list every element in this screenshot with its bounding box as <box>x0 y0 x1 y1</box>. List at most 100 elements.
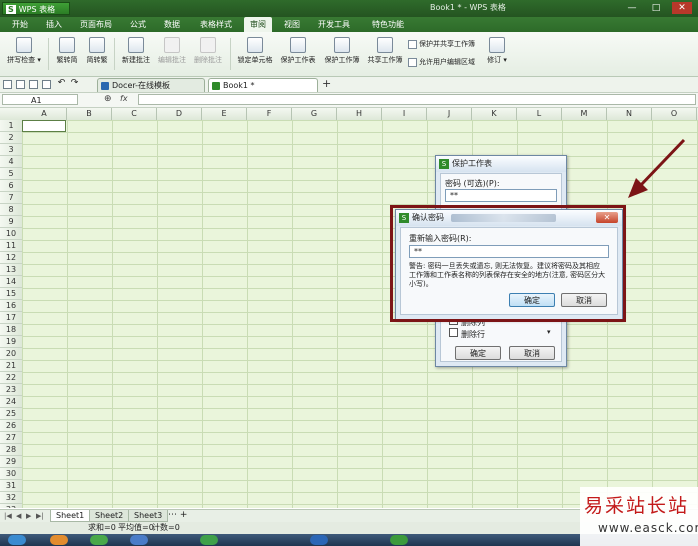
wps-app-menu-button[interactable]: S WPS 表格 <box>2 2 70 15</box>
prev-sheet-icon[interactable]: ◀ <box>16 512 21 520</box>
allow-edit-ranges-button[interactable]: 允许用户编辑区域 <box>408 56 475 68</box>
protect-workbook-button[interactable]: 保护工作簿 <box>321 37 363 71</box>
new-file-icon[interactable] <box>3 80 12 89</box>
sheet-tab-sheet3[interactable]: Sheet3 <box>128 510 169 522</box>
column-header[interactable]: E <box>202 108 247 120</box>
last-sheet-icon[interactable]: ▶| <box>36 512 44 520</box>
fx-icon[interactable]: fx <box>120 94 128 103</box>
column-header[interactable]: K <box>472 108 517 120</box>
tab-formulas[interactable]: 公式 <box>124 17 152 32</box>
column-header[interactable]: B <box>67 108 112 120</box>
new-comment-button[interactable]: 新建批注 <box>118 37 154 71</box>
tab-docer-templates[interactable]: Docer-在线模板 <box>97 78 205 92</box>
row-header[interactable]: 8 <box>0 204 22 216</box>
taskbar-app-icon[interactable] <box>130 535 148 545</box>
protect-sheet-button[interactable]: 保护工作表 <box>277 37 319 71</box>
password-input[interactable]: ** <box>445 189 557 202</box>
delete-comment-button[interactable]: 删除批注 <box>190 37 226 71</box>
tab-table-style[interactable]: 表格样式 <box>194 17 238 32</box>
lock-cell-button[interactable]: 锁定单元格 <box>234 37 276 71</box>
edit-comment-button[interactable]: 编辑批注 <box>154 37 190 71</box>
row-header[interactable]: 18 <box>0 324 22 336</box>
active-cell-a1[interactable] <box>22 120 66 132</box>
row-header[interactable]: 20 <box>0 348 22 360</box>
row-header[interactable]: 16 <box>0 300 22 312</box>
row-header[interactable]: 14 <box>0 276 22 288</box>
row-header[interactable]: 28 <box>0 444 22 456</box>
taskbar-app-icon[interactable] <box>90 535 108 545</box>
column-header[interactable]: J <box>427 108 472 120</box>
row-header[interactable]: 26 <box>0 420 22 432</box>
row-header[interactable]: 27 <box>0 432 22 444</box>
share-workbook-button[interactable]: 共享工作簿 <box>364 37 406 71</box>
sheet-tab-sheet2[interactable]: Sheet2 <box>89 510 130 522</box>
tab-insert[interactable]: 插入 <box>40 17 68 32</box>
taskbar-app-icon[interactable] <box>390 535 408 545</box>
spellcheck-button[interactable]: 拼写检查 ▾ <box>4 37 44 71</box>
maximize-button[interactable]: □ <box>646 2 666 14</box>
row-header[interactable]: 12 <box>0 252 22 264</box>
row-header[interactable]: 6 <box>0 180 22 192</box>
track-changes-button[interactable]: 修订 ▾ <box>484 37 510 71</box>
column-header[interactable]: O <box>652 108 697 120</box>
next-sheet-icon[interactable]: ▶ <box>26 512 31 520</box>
zoom-icon[interactable]: ⊕ <box>104 94 112 104</box>
row-header[interactable]: 24 <box>0 396 22 408</box>
tab-review[interactable]: 审阅 <box>244 17 272 32</box>
tab-view[interactable]: 视图 <box>278 17 306 32</box>
row-header[interactable]: 22 <box>0 372 22 384</box>
row-header[interactable]: 33 <box>0 504 22 508</box>
redo-icon[interactable]: ↷ <box>70 79 79 89</box>
protect-and-share-button[interactable]: 保护并共享工作簿 <box>408 38 475 50</box>
tab-data[interactable]: 数据 <box>158 17 186 32</box>
row-header[interactable]: 11 <box>0 240 22 252</box>
column-header[interactable]: L <box>517 108 562 120</box>
taskbar-app-icon[interactable] <box>50 535 68 545</box>
minimize-button[interactable]: — <box>622 2 642 14</box>
column-header[interactable]: G <box>292 108 337 120</box>
row-header[interactable]: 21 <box>0 360 22 372</box>
save-icon[interactable] <box>16 80 25 89</box>
new-tab-plus-icon[interactable]: + <box>322 77 331 90</box>
row-header[interactable]: 3 <box>0 144 22 156</box>
row-header[interactable]: 19 <box>0 336 22 348</box>
protect-ok-button[interactable]: 确定 <box>455 346 501 360</box>
scroll-down-icon[interactable]: ▾ <box>547 328 551 336</box>
option-delete-rows[interactable]: 删除行 <box>449 328 485 340</box>
formula-input[interactable] <box>138 94 696 105</box>
row-header[interactable]: 23 <box>0 384 22 396</box>
column-header[interactable]: H <box>337 108 382 120</box>
row-header[interactable]: 29 <box>0 456 22 468</box>
name-box[interactable]: A1 <box>2 94 78 105</box>
row-header[interactable]: 15 <box>0 288 22 300</box>
undo-icon[interactable]: ↶ <box>57 79 66 89</box>
start-button-icon[interactable] <box>8 535 26 545</box>
row-header[interactable]: 30 <box>0 468 22 480</box>
row-header[interactable]: 9 <box>0 216 22 228</box>
taskbar-app-icon[interactable] <box>310 535 328 545</box>
row-header[interactable]: 4 <box>0 156 22 168</box>
row-header[interactable]: 10 <box>0 228 22 240</box>
row-header[interactable]: 17 <box>0 312 22 324</box>
row-header[interactable]: 13 <box>0 264 22 276</box>
column-header[interactable]: C <box>112 108 157 120</box>
row-header[interactable]: 32 <box>0 492 22 504</box>
tab-page-layout[interactable]: 页面布局 <box>74 17 118 32</box>
tab-home[interactable]: 开始 <box>6 17 34 32</box>
checkbox-icon[interactable] <box>449 328 458 337</box>
simp-to-trad-button[interactable]: 简转繁 <box>82 37 112 71</box>
column-header[interactable]: D <box>157 108 202 120</box>
row-header[interactable]: 1 <box>0 120 22 132</box>
column-header[interactable]: A <box>22 108 67 120</box>
column-header[interactable]: N <box>607 108 652 120</box>
column-header[interactable]: M <box>562 108 607 120</box>
sheet-tab-sheet1[interactable]: Sheet1 <box>50 510 91 522</box>
protect-cancel-button[interactable]: 取消 <box>509 346 555 360</box>
row-header[interactable]: 25 <box>0 408 22 420</box>
close-window-button[interactable]: ✕ <box>672 2 692 14</box>
print-icon[interactable] <box>29 80 38 89</box>
row-header[interactable]: 5 <box>0 168 22 180</box>
row-header[interactable]: 7 <box>0 192 22 204</box>
tab-book1[interactable]: Book1 * <box>208 78 318 92</box>
tab-developer[interactable]: 开发工具 <box>312 17 356 32</box>
